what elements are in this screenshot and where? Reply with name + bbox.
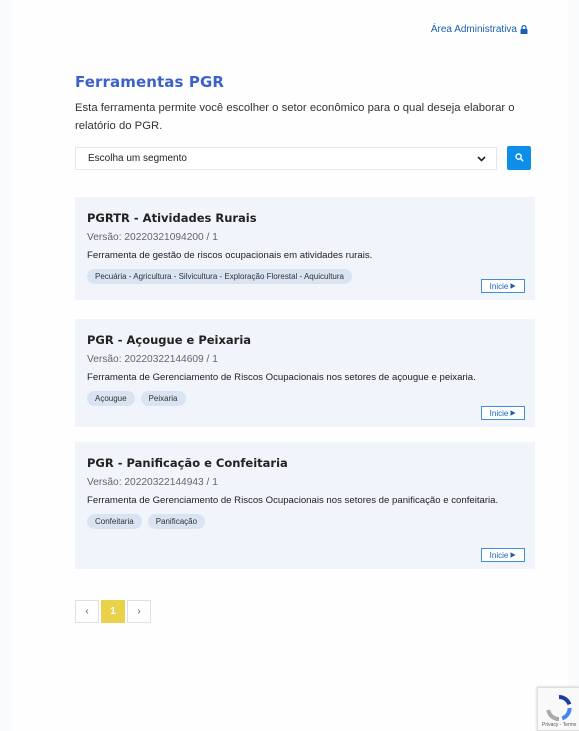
recaptcha-text[interactable]: Privacy - Terms bbox=[542, 722, 576, 728]
tool-card-version: Versão: 20220321094200 / 1 bbox=[87, 232, 218, 243]
tool-card: PGR - Açougue e Peixaria Versão: 2022032… bbox=[75, 319, 535, 427]
tool-card-description: Ferramenta de Gerenciamento de Riscos Oc… bbox=[87, 372, 476, 383]
tool-card-tags: Confeitaria Panificação bbox=[87, 514, 523, 529]
page-title: Ferramentas PGR bbox=[75, 73, 225, 91]
play-icon bbox=[510, 552, 516, 558]
start-button[interactable]: Inicie bbox=[481, 548, 525, 562]
pagination-prev[interactable]: ‹ bbox=[75, 600, 99, 623]
tag[interactable]: Pecuária - Agricultura - Silvicultura - … bbox=[87, 269, 352, 284]
tag[interactable]: Açougue bbox=[87, 391, 135, 406]
tool-card: PGR - Panificação e Confeitaria Versão: … bbox=[75, 442, 535, 569]
admin-area-label: Área Administrativa bbox=[430, 24, 517, 35]
tag[interactable]: Panificação bbox=[147, 514, 206, 529]
play-icon bbox=[510, 283, 516, 289]
start-button-label: Inicie bbox=[489, 281, 509, 291]
tool-card-title: PGRTR - Atividades Rurais bbox=[87, 211, 257, 225]
tool-card-description: Ferramenta de Gerenciamento de Riscos Oc… bbox=[87, 495, 499, 506]
start-button[interactable]: Inicie bbox=[481, 279, 525, 293]
lock-icon bbox=[520, 25, 528, 34]
admin-area-link[interactable]: Área Administrativa bbox=[431, 24, 528, 35]
tool-card-description: Ferramenta de gestão de riscos ocupacion… bbox=[87, 250, 373, 261]
tool-card: PGRTR - Atividades Rurais Versão: 202203… bbox=[75, 197, 535, 300]
tool-card-title: PGR - Panificação e Confeitaria bbox=[87, 456, 288, 470]
tag[interactable]: Peixaria bbox=[140, 391, 186, 406]
chevron-down-icon bbox=[477, 155, 486, 162]
start-button-label: Inicie bbox=[489, 408, 509, 418]
tool-card-tags: Açougue Peixaria bbox=[87, 391, 523, 406]
tool-card-title: PGR - Açougue e Peixaria bbox=[87, 333, 252, 347]
segment-select-value: Escolha um segmento bbox=[88, 153, 187, 164]
tool-card-version: Versão: 20220322144943 / 1 bbox=[87, 477, 218, 488]
pagination-page-current[interactable]: 1 bbox=[101, 600, 125, 623]
search-icon bbox=[514, 149, 524, 167]
search-button[interactable] bbox=[507, 146, 531, 170]
segment-select[interactable]: Escolha um segmento bbox=[75, 147, 497, 170]
page-description: Esta ferramenta permite você escolher o … bbox=[75, 102, 515, 132]
page: Área Administrativa Ferramentas PGR Esta… bbox=[12, 0, 568, 731]
tool-card-tags: Pecuária - Agricultura - Silvicultura - … bbox=[87, 269, 523, 284]
pagination-next[interactable]: › bbox=[127, 600, 151, 623]
tag[interactable]: Confeitaria bbox=[87, 514, 142, 529]
start-button-label: Inicie bbox=[489, 550, 509, 560]
start-button[interactable]: Inicie bbox=[481, 406, 525, 420]
pagination: ‹ 1 › bbox=[75, 600, 153, 623]
recaptcha-badge[interactable]: Privacy - Terms bbox=[537, 687, 579, 731]
tool-card-version: Versão: 20220322144609 / 1 bbox=[87, 354, 218, 365]
play-icon bbox=[510, 410, 516, 416]
